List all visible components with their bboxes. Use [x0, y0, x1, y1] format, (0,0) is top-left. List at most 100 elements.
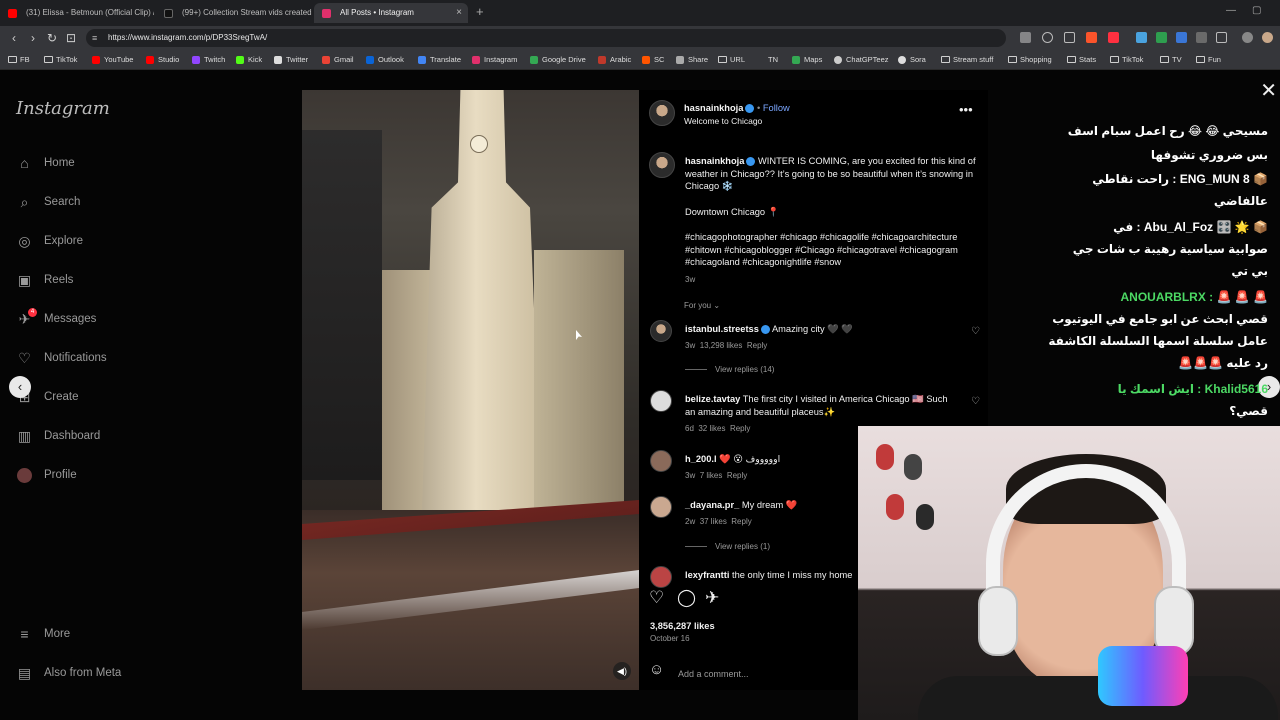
more-options-icon[interactable]: •••	[959, 103, 973, 117]
comment-avatar[interactable]	[650, 450, 672, 472]
minimize-icon[interactable]: —	[1226, 5, 1236, 16]
chat-message: مسيحي 😂 😂 رح اعمل سبام اسف	[1067, 124, 1268, 138]
forward-icon[interactable]: ›	[24, 29, 42, 47]
view-replies-button[interactable]: View replies (14)	[685, 364, 774, 377]
bookmark-item[interactable]: TN	[756, 53, 778, 67]
webcam-feed	[858, 426, 1280, 720]
bookmark-item[interactable]: Stream stuff	[941, 53, 993, 67]
bookmark-item[interactable]: Maps	[792, 53, 822, 67]
chat-message: عامل سلسلة اسمها السلسلة الكاشفة	[1048, 334, 1268, 348]
profile-avatar-icon[interactable]	[1262, 32, 1273, 43]
site-settings-icon[interactable]: ≡	[92, 29, 97, 47]
post-photo[interactable]: ◀)	[302, 90, 639, 690]
browser-tab-active[interactable]: All Posts • Instagram ×	[314, 3, 468, 23]
author-avatar[interactable]	[649, 100, 675, 126]
wall-pegboard	[876, 444, 976, 554]
sidebar-item-more[interactable]: ≡ More	[16, 623, 70, 645]
cast-icon[interactable]	[1020, 32, 1031, 43]
bookmark-item[interactable]: Share	[676, 53, 708, 67]
comment-avatar[interactable]	[650, 390, 672, 412]
back-icon[interactable]: ‹	[5, 29, 23, 47]
post-location[interactable]: Welcome to Chicago	[684, 115, 762, 128]
audio-icon[interactable]: ◀)	[613, 662, 631, 680]
bookmark-item[interactable]: Google Drive	[530, 53, 586, 67]
browser-tab[interactable]: (99+) Collection Stream vids created	[156, 3, 312, 23]
bookmark-item[interactable]: URL	[718, 53, 745, 67]
bookmark-item[interactable]: Twitter	[274, 53, 308, 67]
maximize-icon[interactable]: ▢	[1252, 5, 1261, 16]
sidebar-item-notifications[interactable]: ♡ Notifications	[16, 347, 106, 369]
sidebar-item-explore[interactable]: ◎ Explore	[16, 230, 83, 252]
reply-button[interactable]: Reply	[727, 471, 747, 480]
bookmark-item[interactable]: FB	[8, 53, 30, 67]
bookmark-item[interactable]: SC	[642, 53, 664, 67]
bookmark-item[interactable]: Fun	[1196, 53, 1221, 67]
bookmark-item[interactable]: ChatGPTeez	[834, 53, 889, 67]
bookmark-item[interactable]: Shopping	[1008, 53, 1052, 67]
bookmark-item[interactable]: Sora	[898, 53, 926, 67]
sidebar-item-search[interactable]: ⌕ Search	[16, 191, 81, 213]
share-icon[interactable]: ✈	[705, 588, 719, 608]
bookmark-item[interactable]: Kick	[236, 53, 262, 67]
sidebar-item-profile[interactable]: Profile	[16, 464, 77, 486]
reply-button[interactable]: Reply	[731, 517, 751, 526]
bookmark-item[interactable]: Gmail	[322, 53, 354, 67]
menu-icon: ≡	[20, 626, 29, 642]
likes-count[interactable]: 3,856,287 likes	[650, 620, 715, 633]
author-avatar[interactable]	[649, 152, 675, 178]
sidebar-item-reels[interactable]: ▣ Reels	[16, 269, 74, 291]
share-icon[interactable]	[1064, 32, 1075, 43]
like-heart-icon[interactable]: ♡	[649, 588, 664, 608]
view-replies-button[interactable]: View replies (1)	[685, 541, 770, 554]
bookmark-item[interactable]: YouTube	[92, 53, 133, 67]
comment-avatar[interactable]	[650, 320, 672, 342]
emoji-icon[interactable]: ☺	[649, 662, 664, 676]
close-tab-icon[interactable]: ×	[456, 3, 462, 23]
instagram-logo[interactable]: Instagram	[16, 98, 110, 119]
post-caption: hasnainkhoja WINTER IS COMING, are you e…	[685, 156, 976, 191]
new-tab-icon[interactable]: +	[476, 4, 484, 19]
bookmark-item[interactable]: Translate	[418, 53, 461, 67]
like-comment-icon[interactable]: ♡	[971, 326, 980, 337]
extension-icon[interactable]	[1156, 32, 1167, 43]
close-icon[interactable]: ✕	[1260, 78, 1277, 103]
sidebar-item-home[interactable]: ⌂ Home	[16, 152, 74, 174]
bookmark-item[interactable]: TV	[1160, 53, 1182, 67]
bookmark-item[interactable]: Studio	[146, 53, 179, 67]
reload-icon[interactable]: ↻	[43, 29, 61, 47]
sidebar-item-dashboard[interactable]: ▥ Dashboard	[16, 425, 100, 447]
home-icon: ⌂	[20, 155, 29, 171]
sidebar-item-messages[interactable]: ✈ 4 Messages	[16, 308, 96, 330]
bookmark-item[interactable]: Outlook	[366, 53, 404, 67]
sidebar-toggle-icon[interactable]	[1216, 32, 1227, 43]
comment-avatar[interactable]	[650, 496, 672, 518]
bookmark-item[interactable]: TikTok	[1110, 53, 1143, 67]
comment-icon[interactable]: ◯	[677, 588, 696, 608]
media-icon[interactable]	[1242, 32, 1253, 43]
zoom-icon[interactable]	[1042, 32, 1053, 43]
browser-tab[interactable]: (31) Elissa - Betmoun (Official Clip) /	[0, 3, 154, 23]
comment-sort-dropdown[interactable]: For you ⌄	[684, 300, 720, 313]
follow-button[interactable]: Follow	[763, 103, 790, 113]
post-hashtags[interactable]: #chicagophotographer #chicago #chicagoli…	[685, 231, 981, 269]
bookmark-item[interactable]: TikTok	[44, 53, 77, 67]
previous-post-button[interactable]: ‹	[9, 376, 31, 398]
bookmark-item[interactable]: Instagram	[472, 53, 517, 67]
sidebar-item-also-from-meta[interactable]: ▤ Also from Meta	[16, 662, 121, 684]
like-comment-icon[interactable]: ♡	[971, 396, 980, 407]
extension-icon[interactable]	[1136, 32, 1147, 43]
brave-rewards-icon[interactable]	[1108, 32, 1119, 43]
author-username[interactable]: hasnainkhoja	[684, 103, 743, 113]
reply-button[interactable]: Reply	[747, 341, 767, 350]
brave-shield-icon[interactable]	[1086, 32, 1097, 43]
bookmark-item[interactable]: Twitch	[192, 53, 225, 67]
extension-icon[interactable]	[1176, 32, 1187, 43]
add-comment-input[interactable]: Add a comment...	[678, 668, 749, 681]
bookmark-icon[interactable]: ⊡	[62, 29, 80, 47]
bookmark-item[interactable]: Stats	[1067, 53, 1096, 67]
comment-avatar[interactable]	[650, 566, 672, 588]
extension-icon[interactable]	[1196, 32, 1207, 43]
reply-button[interactable]: Reply	[730, 424, 750, 433]
address-bar[interactable]: ≡ https://www.instagram.com/p/DP33SregTw…	[86, 29, 1006, 47]
bookmark-item[interactable]: Arabic	[598, 53, 631, 67]
